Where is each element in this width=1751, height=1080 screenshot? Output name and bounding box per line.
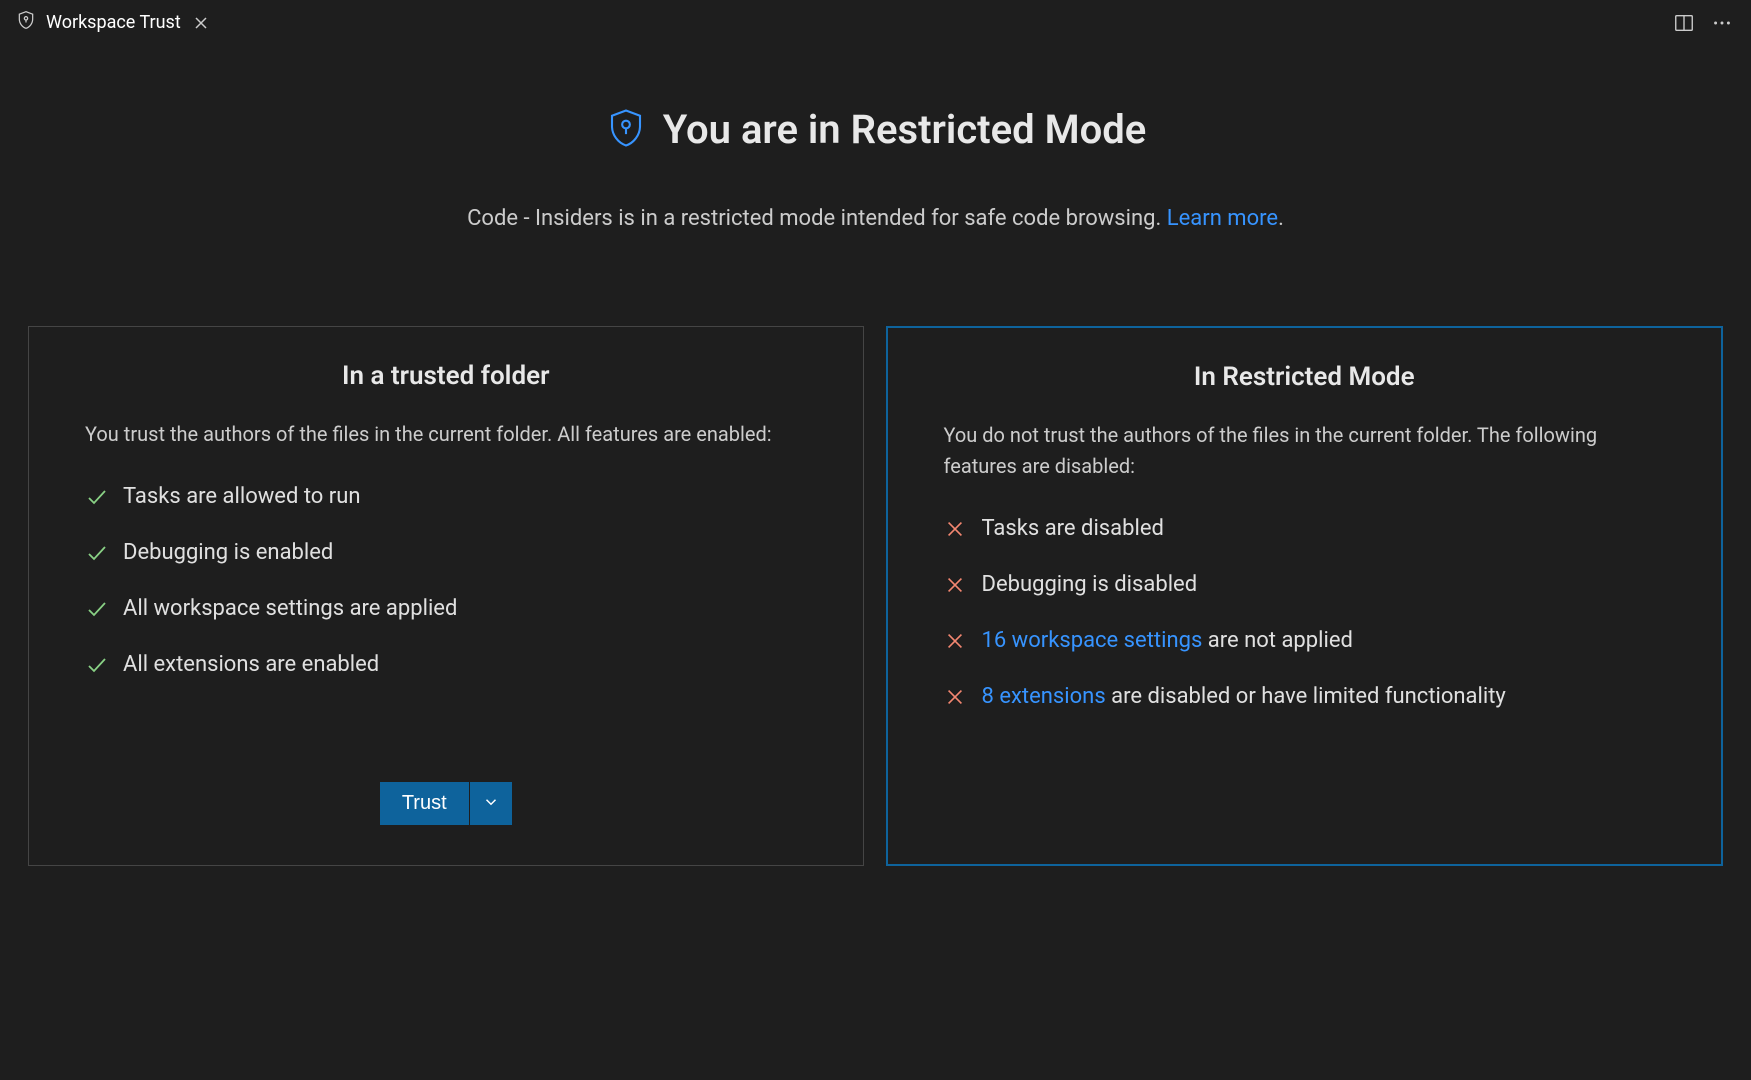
feature-text: 16 workspace settings are not applied	[982, 624, 1666, 658]
list-item: All workspace settings are applied	[85, 592, 807, 626]
header-section: You are in Restricted Mode Code - Inside…	[24, 106, 1727, 236]
card-title: In Restricted Mode	[944, 362, 1666, 392]
trusted-folder-card: In a trusted folder You trust the author…	[28, 326, 864, 866]
feature-text: Tasks are disabled	[982, 512, 1666, 546]
list-item: 16 workspace settings are not applied	[944, 624, 1666, 658]
close-icon[interactable]	[191, 13, 211, 33]
feature-text: Debugging is enabled	[123, 536, 807, 570]
title-row: You are in Restricted Mode	[24, 106, 1727, 153]
x-icon	[944, 685, 968, 709]
check-icon	[85, 485, 109, 509]
subtitle-text: Code - Insiders is in a restricted mode …	[467, 206, 1167, 231]
card-description: You do not trust the authors of the file…	[944, 420, 1666, 482]
extensions-link[interactable]: 8 extensions	[982, 684, 1106, 709]
list-item: Tasks are allowed to run	[85, 480, 807, 514]
list-item: Tasks are disabled	[944, 512, 1666, 546]
list-item: Debugging is disabled	[944, 568, 1666, 602]
extensions-suffix: are disabled or have limited functionali…	[1106, 684, 1506, 709]
list-item: Debugging is enabled	[85, 536, 807, 570]
page-title: You are in Restricted Mode	[663, 106, 1147, 153]
split-editor-icon[interactable]	[1673, 12, 1695, 34]
tab-bar: Workspace Trust	[0, 0, 1751, 46]
check-icon	[85, 653, 109, 677]
check-icon	[85, 597, 109, 621]
restricted-mode-card: In Restricted Mode You do not trust the …	[886, 326, 1724, 866]
feature-list: Tasks are allowed to run Debugging is en…	[85, 480, 807, 682]
shield-icon	[605, 107, 647, 153]
trust-button[interactable]: Trust	[380, 782, 469, 825]
feature-text: All extensions are enabled	[123, 648, 807, 682]
list-item: 8 extensions are disabled or have limite…	[944, 680, 1666, 714]
subtitle-suffix: .	[1278, 206, 1284, 231]
subtitle: Code - Insiders is in a restricted mode …	[24, 201, 1727, 236]
trust-dropdown-button[interactable]	[469, 782, 512, 825]
workspace-settings-link[interactable]: 16 workspace settings	[982, 628, 1203, 653]
settings-suffix: are not applied	[1202, 628, 1353, 653]
x-icon	[944, 629, 968, 653]
more-actions-icon[interactable]	[1711, 12, 1733, 34]
trust-button-row: Trust	[85, 752, 807, 825]
list-item: All extensions are enabled	[85, 648, 807, 682]
check-icon	[85, 541, 109, 565]
shield-icon	[16, 10, 36, 35]
card-title: In a trusted folder	[85, 361, 807, 391]
feature-text: Tasks are allowed to run	[123, 480, 807, 514]
feature-text: Debugging is disabled	[982, 568, 1666, 602]
feature-text: All workspace settings are applied	[123, 592, 807, 626]
trust-button-group: Trust	[380, 782, 512, 825]
feature-text: 8 extensions are disabled or have limite…	[982, 680, 1666, 714]
card-description: You trust the authors of the files in th…	[85, 419, 807, 450]
feature-list: Tasks are disabled Debugging is disabled…	[944, 512, 1666, 714]
content-area: You are in Restricted Mode Code - Inside…	[0, 46, 1751, 890]
chevron-down-icon	[482, 793, 500, 814]
tab-workspace-trust[interactable]: Workspace Trust	[0, 0, 227, 45]
learn-more-link[interactable]: Learn more	[1167, 206, 1278, 231]
cards-container: In a trusted folder You trust the author…	[24, 326, 1727, 866]
editor-actions	[1673, 12, 1751, 34]
tab-title: Workspace Trust	[46, 12, 181, 33]
x-icon	[944, 573, 968, 597]
x-icon	[944, 517, 968, 541]
